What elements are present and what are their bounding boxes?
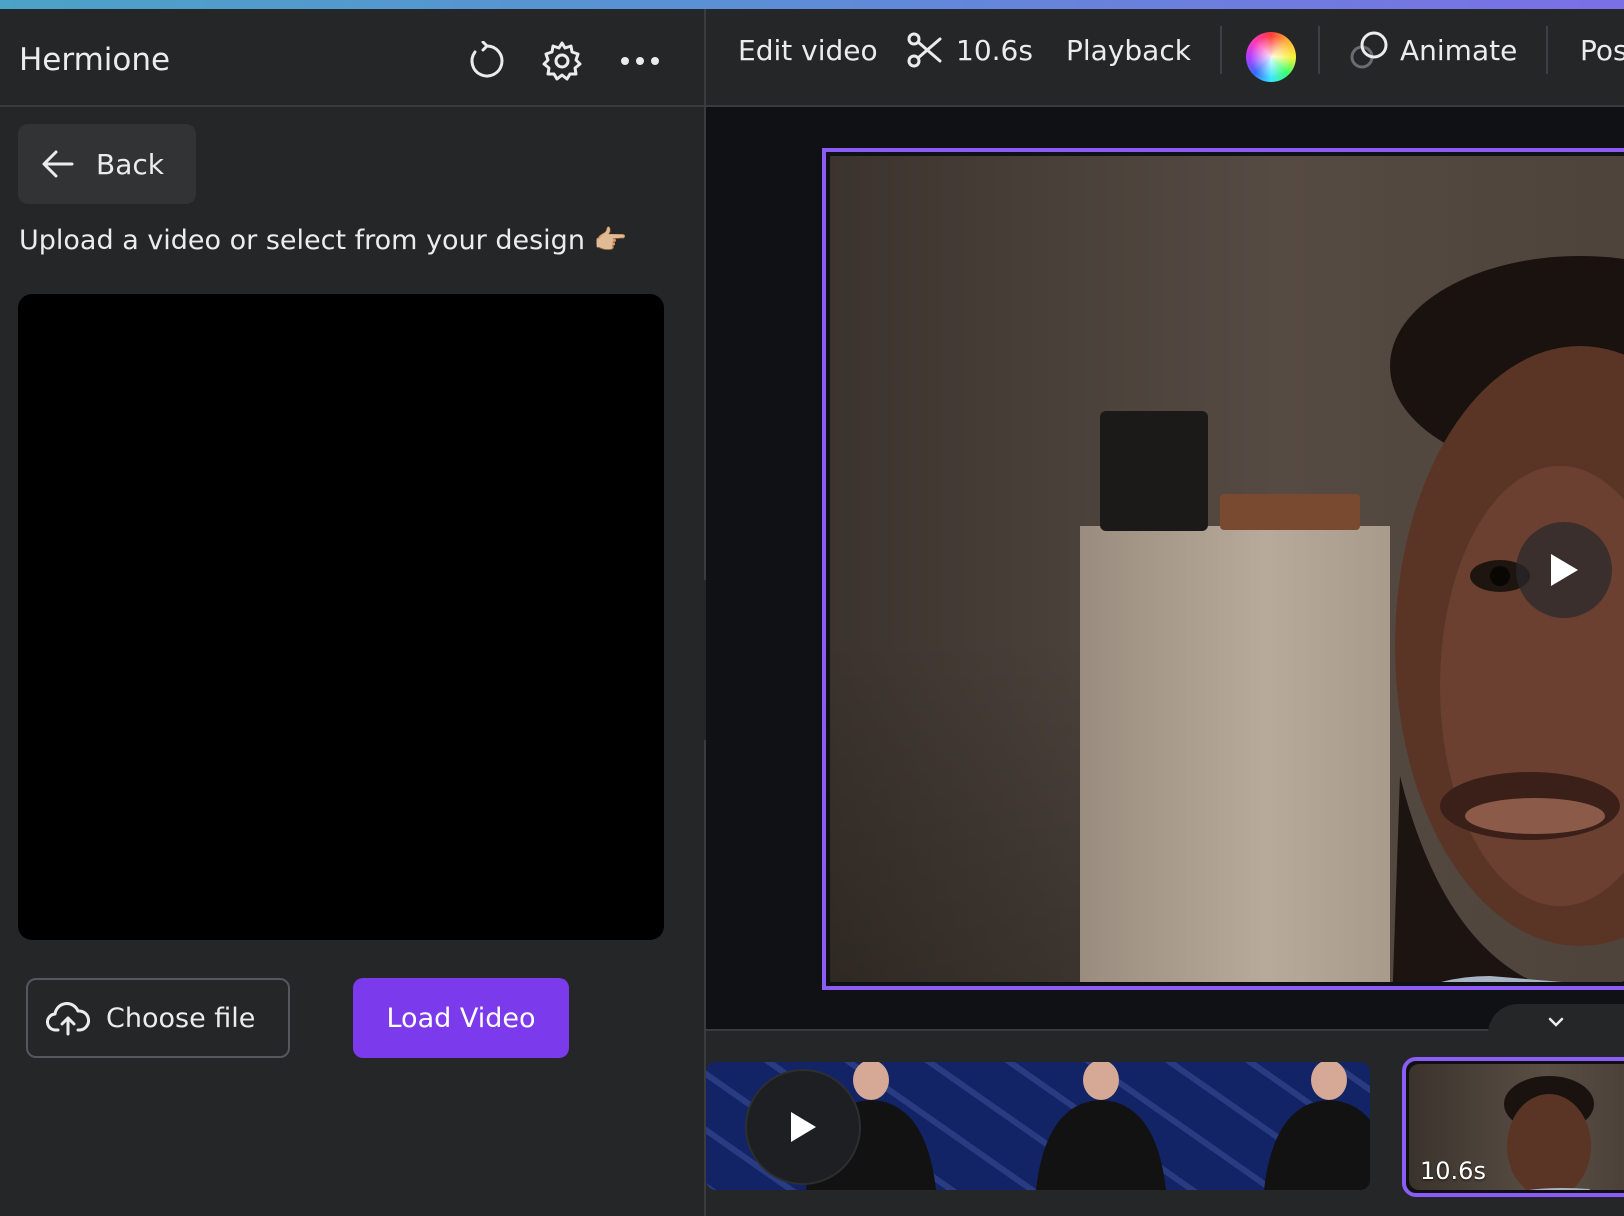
left-panel: Hermione Back Upload a video or select f… (0, 9, 704, 1216)
load-video-button[interactable]: Load Video (353, 978, 569, 1058)
panel-header: Hermione (0, 9, 704, 107)
upload-instruction: Upload a video or select from your desig… (19, 225, 628, 256)
timeline-play-button[interactable] (745, 1069, 861, 1185)
panel-title: Hermione (19, 42, 171, 78)
color-wheel-icon[interactable] (1246, 32, 1296, 82)
selected-video-frame[interactable] (822, 148, 1624, 990)
video-preview (18, 294, 664, 940)
clip-duration: 10.6s (1420, 1157, 1486, 1185)
play-icon (791, 1112, 816, 1142)
arrow-left-icon (42, 150, 74, 178)
refresh-icon[interactable] (465, 39, 509, 83)
cloud-upload-icon (46, 1002, 90, 1036)
choose-file-button[interactable]: Choose file (26, 978, 290, 1058)
toolbar-separator (1318, 26, 1320, 74)
gear-icon[interactable] (540, 39, 584, 83)
timeline-clip-selected[interactable]: 10.6s (1402, 1057, 1624, 1197)
animate-button[interactable]: Animate (1348, 30, 1517, 70)
more-horizontal-icon[interactable] (618, 39, 662, 83)
animate-label: Animate (1400, 33, 1518, 67)
edit-video-button[interactable]: Edit video (738, 30, 878, 70)
position-button[interactable]: Pos (1580, 30, 1624, 70)
canvas-play-button[interactable] (1516, 522, 1612, 618)
scissors-icon (907, 32, 942, 68)
toolbar-separator (1220, 26, 1222, 74)
speaker-shape (1100, 411, 1208, 531)
video-frame-image (830, 156, 1624, 982)
chevron-down-icon (1548, 1017, 1564, 1027)
trim-button[interactable]: 10.6s (906, 30, 1033, 70)
avatar-figure (1036, 1062, 1166, 1190)
playback-button[interactable]: Playback (1066, 30, 1191, 70)
choose-file-label: Choose file (106, 1002, 256, 1034)
animate-icon (1350, 31, 1388, 69)
timeline-toggle[interactable] (1488, 1004, 1624, 1040)
avatar-figure (1264, 1062, 1370, 1190)
trim-duration: 10.6s (956, 33, 1033, 67)
toolbar-separator (1546, 26, 1548, 74)
back-button-label: Back (96, 147, 164, 181)
top-accent-bar (0, 0, 1624, 9)
back-button[interactable]: Back (18, 124, 196, 204)
play-icon (1551, 554, 1578, 586)
